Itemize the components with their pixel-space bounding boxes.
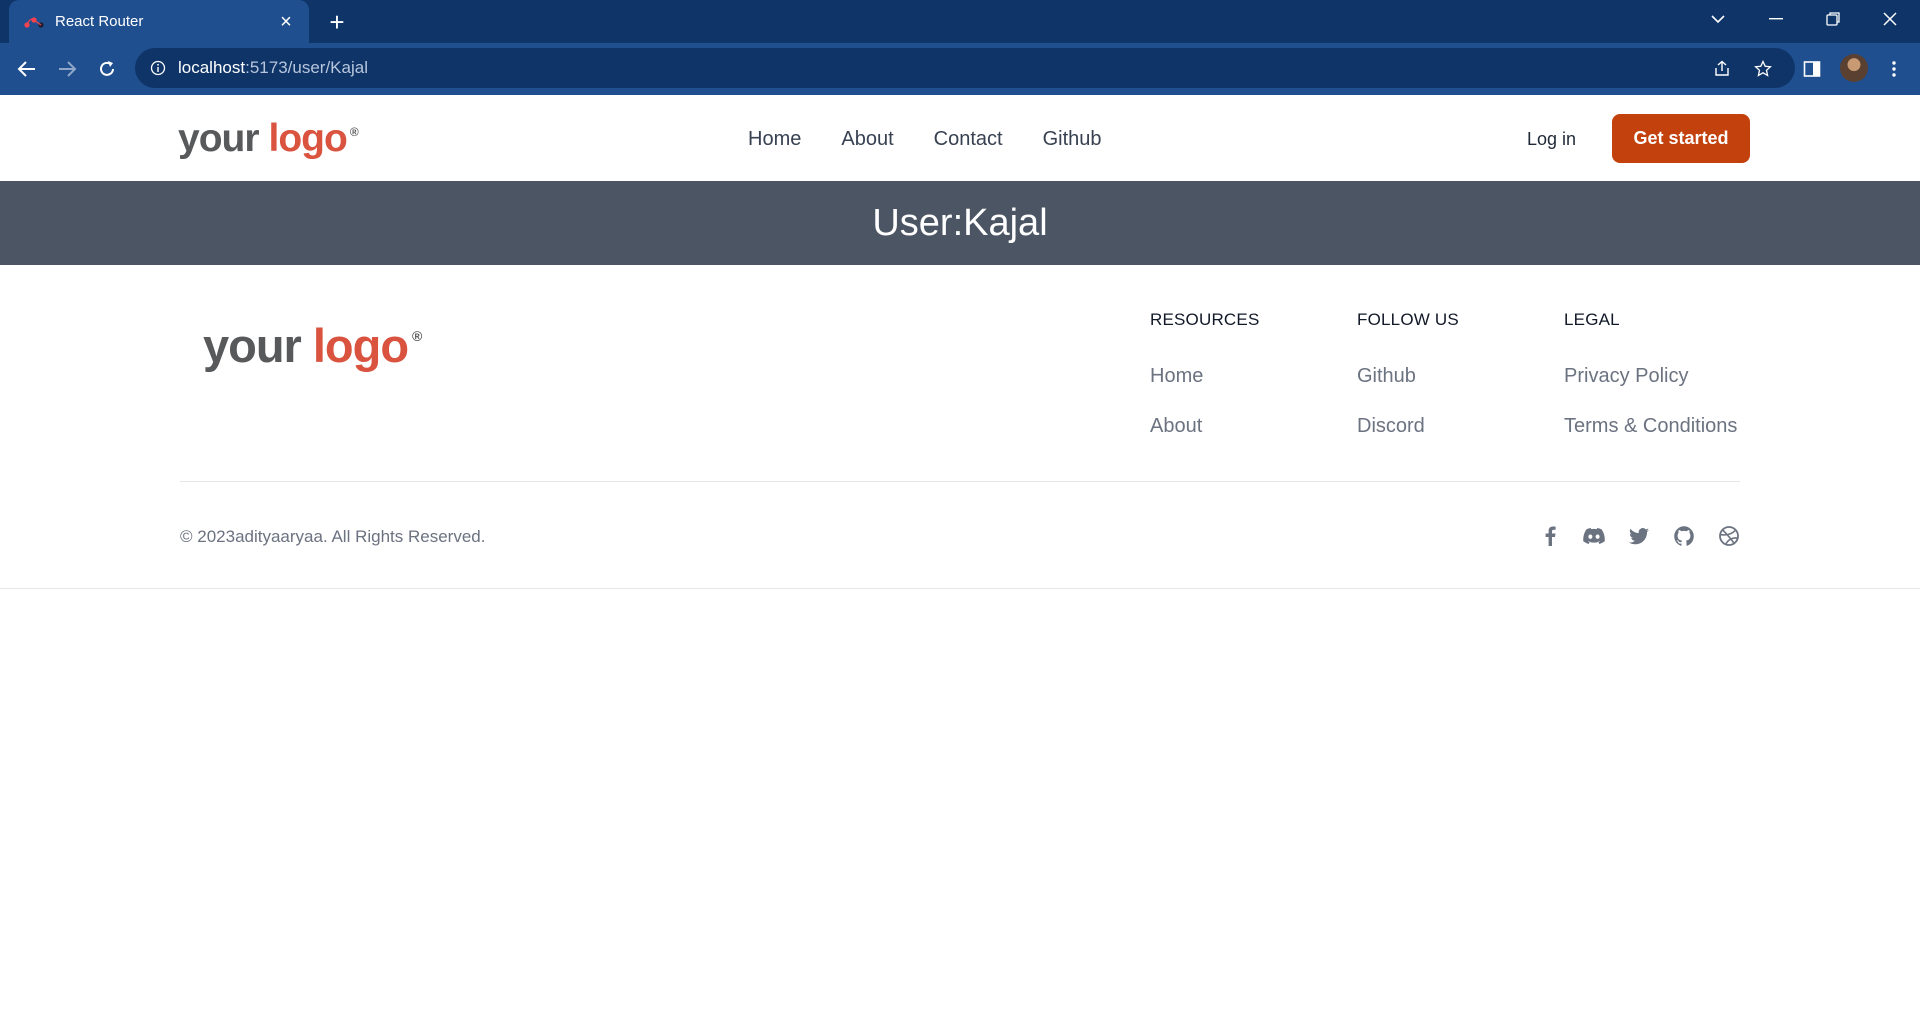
nav-link-home[interactable]: Home — [748, 128, 801, 151]
main-nav: Home About Contact Github — [748, 128, 1142, 151]
side-panel-icon[interactable] — [1798, 55, 1826, 83]
github-icon[interactable] — [1673, 525, 1695, 547]
page-title: User:Kajal — [872, 201, 1048, 244]
footer-link-discord[interactable]: Discord — [1357, 415, 1459, 438]
footer-link-github[interactable]: Github — [1357, 365, 1459, 388]
tab-close-icon[interactable]: × — [275, 11, 297, 33]
footer-link-about[interactable]: About — [1150, 415, 1260, 438]
site-footer: your logo ® RESOURCES Home About FOLLOW … — [0, 265, 1920, 589]
logo-word-your: your — [178, 117, 260, 160]
get-started-button[interactable]: Get started — [1612, 114, 1750, 163]
minimize-icon[interactable] — [1748, 0, 1804, 38]
header-logo[interactable]: your logo ® — [178, 117, 359, 161]
column-heading: LEGAL — [1564, 310, 1620, 329]
browser-tab[interactable]: React Router × — [9, 0, 309, 43]
forward-arrow-icon[interactable] — [53, 55, 81, 83]
url-host: localhost — [178, 58, 246, 77]
registered-mark: ® — [412, 328, 422, 344]
close-window-icon[interactable] — [1862, 0, 1918, 38]
new-tab-icon[interactable]: + — [322, 7, 352, 37]
column-heading: FOLLOW US — [1357, 310, 1459, 329]
site-info-icon[interactable] — [148, 58, 168, 78]
url-path: :5173/user/Kajal — [245, 58, 368, 77]
browser-titlebar: React Router × + — [0, 0, 1920, 43]
footer-link-privacy-policy[interactable]: Privacy Policy — [1564, 365, 1737, 388]
tab-title: React Router — [55, 13, 144, 30]
browser-toolbar: localhost:5173/user/Kajal — [0, 43, 1920, 95]
footer-column-resources: RESOURCES Home About — [1150, 310, 1260, 438]
footer-logo[interactable]: your logo ® — [203, 318, 422, 373]
twitter-icon[interactable] — [1628, 525, 1650, 547]
dribbble-icon[interactable] — [1718, 525, 1740, 547]
address-bar[interactable]: localhost:5173/user/Kajal — [135, 48, 1795, 88]
logo-word-your: your — [203, 319, 302, 372]
logo-word-logo: logo — [268, 117, 348, 160]
profile-avatar[interactable] — [1840, 54, 1868, 82]
footer-column-legal: LEGAL Privacy Policy Terms & Conditions — [1564, 310, 1737, 438]
restore-icon[interactable] — [1805, 0, 1861, 38]
site-header: your logo ® Home About Contact Github Lo… — [0, 95, 1920, 181]
registered-mark: ® — [349, 125, 359, 139]
tab-search-chevron-icon[interactable] — [1690, 0, 1746, 38]
footer-column-follow-us: FOLLOW US Github Discord — [1357, 310, 1459, 438]
user-banner: User:Kajal — [0, 181, 1920, 265]
footer-link-terms[interactable]: Terms & Conditions — [1564, 415, 1737, 438]
back-arrow-icon[interactable] — [13, 55, 41, 83]
footer-divider — [180, 481, 1740, 482]
discord-icon[interactable] — [1583, 525, 1605, 547]
bookmark-star-icon[interactable] — [1752, 58, 1774, 80]
copyright-text: © 2023adityaaryaa. All Rights Reserved. — [180, 527, 486, 546]
browser-menu-icon[interactable] — [1880, 55, 1908, 83]
login-link[interactable]: Log in — [1527, 129, 1576, 150]
reload-icon[interactable] — [93, 55, 121, 83]
column-heading: RESOURCES — [1150, 310, 1260, 329]
nav-link-github[interactable]: Github — [1043, 128, 1102, 151]
footer-link-home[interactable]: Home — [1150, 365, 1260, 388]
url-text[interactable]: localhost:5173/user/Kajal — [178, 58, 368, 78]
nav-link-about[interactable]: About — [841, 128, 893, 151]
react-router-favicon-icon — [23, 14, 45, 30]
logo-word-logo: logo — [312, 319, 409, 372]
nav-link-contact[interactable]: Contact — [934, 128, 1003, 151]
share-icon[interactable] — [1711, 58, 1733, 80]
facebook-icon[interactable] — [1539, 525, 1561, 547]
